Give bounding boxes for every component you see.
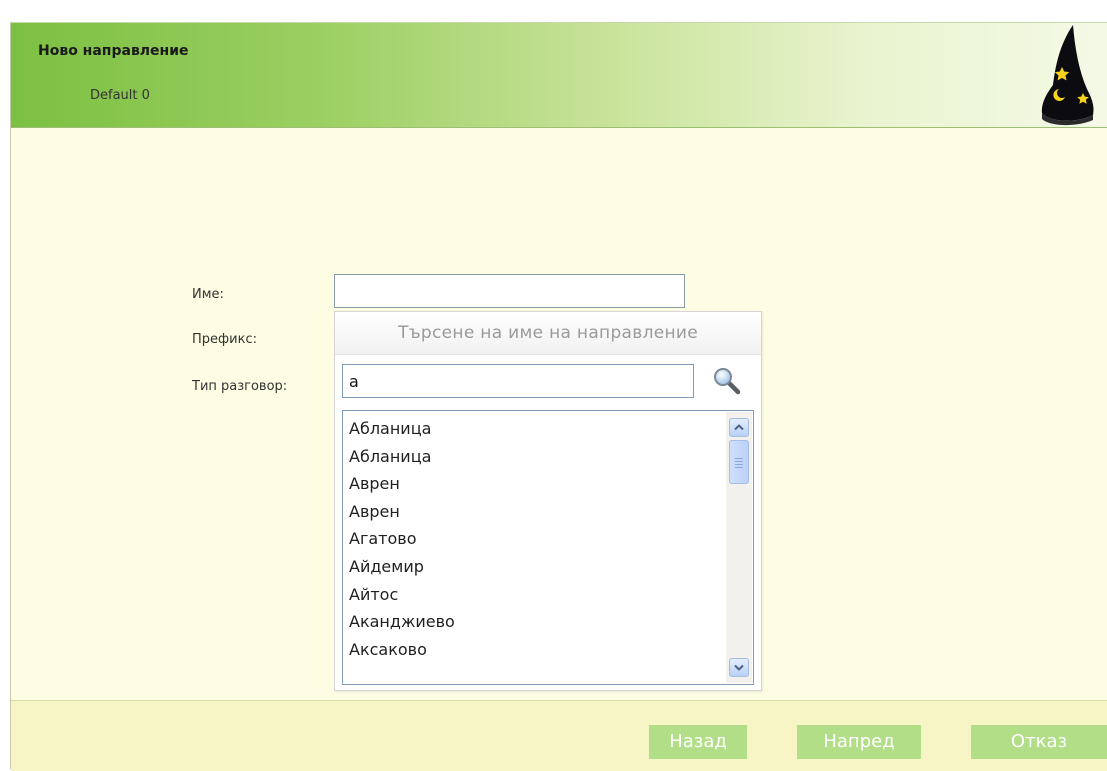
popup-title: Търсене на име на направление: [335, 312, 761, 355]
name-label: Име:: [192, 287, 224, 302]
chevron-up-icon: [734, 424, 744, 431]
cancel-button[interactable]: Отказ: [971, 725, 1107, 759]
search-popup: Търсене на име на направление Абланица А…: [334, 311, 762, 691]
magnifier-icon: [714, 368, 741, 395]
list-item[interactable]: Абланица: [349, 443, 455, 471]
wizard-window: Ново направление Default 0 Име: Префикс:…: [10, 22, 1107, 771]
scroll-down-button[interactable]: [729, 658, 749, 677]
page-subtitle: Default 0: [90, 88, 150, 103]
results-listbox[interactable]: Абланица Абланица Аврен Аврен Агатово Ай…: [342, 410, 754, 685]
list-item[interactable]: Абланица: [349, 415, 455, 443]
results-list: Абланица Абланица Аврен Аврен Агатово Ай…: [349, 415, 455, 663]
scroll-up-button[interactable]: [729, 418, 749, 437]
scroll-thumb[interactable]: [729, 440, 749, 484]
vertical-scrollbar[interactable]: [726, 412, 752, 683]
prefix-label: Префикс:: [192, 332, 257, 347]
wizard-header: Ново направление Default 0: [11, 23, 1107, 128]
call-type-label: Тип разговор:: [192, 379, 288, 394]
search-input[interactable]: [342, 364, 694, 398]
list-item[interactable]: Аврен: [349, 498, 455, 526]
wizard-hat-icon: [1041, 25, 1094, 126]
thumb-grip: [735, 458, 743, 459]
thumb-grip: [735, 467, 743, 468]
list-item[interactable]: Айтос: [349, 581, 455, 609]
search-button[interactable]: [710, 364, 744, 398]
thumb-grip: [735, 464, 743, 465]
list-item[interactable]: Агатово: [349, 525, 455, 553]
list-item[interactable]: Аксаково: [349, 636, 455, 664]
chevron-down-icon: [734, 664, 744, 671]
list-item[interactable]: Аврен: [349, 470, 455, 498]
wizard-footer: Назад Напред Отказ: [11, 700, 1107, 771]
page-title: Ново направление: [38, 43, 189, 59]
back-button[interactable]: Назад: [649, 725, 747, 759]
list-item[interactable]: Айдемир: [349, 553, 455, 581]
list-item[interactable]: Аканджиево: [349, 608, 455, 636]
thumb-grip: [735, 461, 743, 462]
name-input[interactable]: [334, 274, 685, 308]
next-button[interactable]: Напред: [797, 725, 921, 759]
